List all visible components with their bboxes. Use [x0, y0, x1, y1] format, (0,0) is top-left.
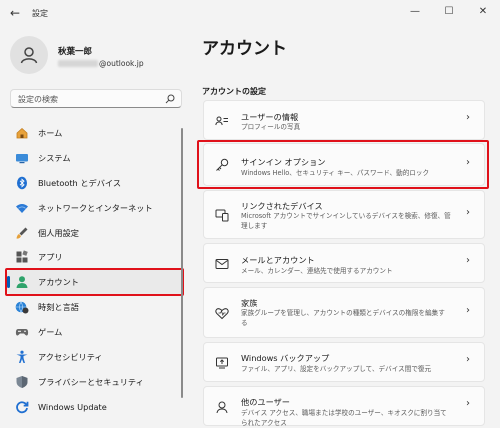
card-subtitle: デバイス アクセス、職場または学校のユーザー、キオスクに割り当てられたアクセス: [241, 409, 447, 427]
search-input[interactable]: 設定の検索: [10, 89, 182, 108]
chevron-right-icon: ›: [466, 207, 470, 218]
sidebar-item-windows-update[interactable]: Windows Update: [7, 395, 183, 419]
apps-icon: [14, 249, 30, 265]
card-subtitle: Windows Hello、セキュリティ キー、パスワード、動的ロック: [241, 169, 430, 177]
minimize-button[interactable]: —: [398, 0, 432, 22]
card-title: Windows バックアップ: [241, 353, 330, 363]
globe-clock-icon: [14, 299, 30, 315]
card-title: メールとアカウント: [241, 255, 315, 265]
card-title: サインイン オプション: [241, 157, 326, 167]
sidebar-nav: ホーム システム Bluetooth とデバイス ネットワークとインターネット …: [7, 121, 187, 420]
user-info-icon: [215, 114, 229, 128]
card-email-accounts[interactable]: メールとアカウント メール、カレンダー、連絡先で使用するアカウント ›: [203, 243, 485, 283]
sidebar-item-label: アクセシビリティ: [38, 352, 103, 363]
profile-name: 秋葉一郎: [58, 47, 93, 57]
card-title: 他のユーザー: [241, 397, 290, 407]
monitor-icon: [14, 150, 30, 166]
search-icon: [165, 94, 175, 104]
card-subtitle: ファイル、アプリ、設定をバックアップして、デバイス間で復元: [241, 365, 432, 373]
accessibility-icon: [14, 349, 30, 365]
sidebar-item-bluetooth[interactable]: Bluetooth とデバイス: [7, 171, 183, 195]
sidebar-item-label: システム: [38, 152, 71, 163]
window-controls: — ☐ ✕: [398, 0, 500, 22]
section-title: アカウントの設定: [202, 87, 266, 96]
chevron-right-icon: ›: [466, 305, 470, 316]
title-bar: ← 設定 — ☐ ✕: [0, 0, 500, 28]
sidebar-item-label: アカウント: [38, 277, 79, 288]
sidebar-item-label: 個人用設定: [38, 227, 79, 238]
mail-icon: [215, 257, 229, 271]
card-linked-devices[interactable]: リンクされたデバイス Microsoft アカウントでサインインしているデバイス…: [203, 190, 485, 239]
sidebar-item-network[interactable]: ネットワークとインターネット: [7, 196, 183, 220]
sidebar-item-label: Windows Update: [38, 401, 107, 412]
sidebar-item-label: 時刻と言語: [38, 302, 79, 313]
person-icon: [14, 274, 30, 290]
user-profile: 秋葉一郎 @outlook.jp: [10, 36, 180, 76]
card-windows-backup[interactable]: Windows バックアップ ファイル、アプリ、設定をバックアップして、デバイス…: [203, 342, 485, 382]
close-button[interactable]: ✕: [466, 0, 500, 22]
linked-devices-icon: [215, 208, 229, 222]
page-title: アカウント: [202, 39, 287, 59]
chevron-right-icon: ›: [466, 112, 470, 123]
card-subtitle: Microsoft アカウントでサインインしているデバイスを検索、修復、管理しま…: [241, 212, 451, 230]
maximize-button[interactable]: ☐: [432, 0, 466, 22]
avatar: [10, 36, 48, 74]
sidebar-item-accessibility[interactable]: アクセシビリティ: [7, 345, 183, 369]
sidebar-item-privacy[interactable]: プライバシーとセキュリティ: [7, 370, 183, 394]
app-title: 設定: [32, 9, 48, 18]
sidebar-item-label: ネットワークとインターネット: [38, 202, 153, 213]
card-your-info[interactable]: ユーザーの情報 プロフィールの写真 ›: [203, 100, 485, 140]
chevron-right-icon: ›: [466, 157, 470, 168]
sidebar-item-label: アプリ: [38, 252, 63, 263]
sidebar-item-system[interactable]: システム: [7, 146, 183, 170]
person-avatar-icon: [20, 47, 38, 64]
sidebar-item-personalization[interactable]: 個人用設定: [7, 221, 183, 245]
email-redaction: [58, 60, 98, 67]
bluetooth-icon: [14, 175, 30, 191]
chevron-right-icon: ›: [466, 255, 470, 266]
card-family[interactable]: 家族 家族グループを管理し、アカウントの種類とデバイスの権限を編集する ›: [203, 287, 485, 338]
card-subtitle: メール、カレンダー、連絡先で使用するアカウント: [241, 267, 393, 275]
card-sign-in-options[interactable]: サインイン オプション Windows Hello、セキュリティ キー、パスワー…: [203, 143, 485, 186]
update-icon: [14, 399, 30, 415]
key-icon: [215, 158, 229, 172]
sidebar-item-apps[interactable]: アプリ: [7, 245, 183, 269]
shield-icon: [14, 374, 30, 390]
backup-icon: [215, 356, 229, 370]
card-subtitle: 家族グループを管理し、アカウントの種類とデバイスの権限を編集する: [241, 309, 445, 327]
sidebar-item-label: ゲーム: [38, 327, 63, 338]
sidebar-item-accounts[interactable]: アカウント: [7, 270, 183, 295]
sidebar-item-label: Bluetooth とデバイス: [38, 177, 122, 188]
sidebar-item-home[interactable]: ホーム: [7, 121, 183, 145]
sidebar-item-time-language[interactable]: 時刻と言語: [7, 295, 183, 319]
wifi-icon: [14, 200, 30, 216]
sidebar-item-gaming[interactable]: ゲーム: [7, 320, 183, 344]
card-other-users[interactable]: 他のユーザー デバイス アクセス、職場または学校のユーザー、キオスクに割り当てら…: [203, 386, 485, 427]
chevron-right-icon: ›: [466, 354, 470, 365]
card-subtitle: プロフィールの写真: [241, 123, 301, 131]
profile-email: @outlook.jp: [58, 59, 144, 68]
email-suffix: @outlook.jp: [99, 59, 144, 68]
other-users-icon: [215, 400, 229, 414]
gamepad-icon: [14, 324, 30, 340]
chevron-right-icon: ›: [466, 398, 470, 409]
paintbrush-icon: [14, 225, 30, 241]
sidebar-item-label: ホーム: [38, 128, 63, 138]
back-button[interactable]: ←: [8, 6, 22, 20]
sidebar-item-label: プライバシーとセキュリティ: [38, 376, 144, 387]
sidebar-scrollbar[interactable]: [181, 128, 183, 398]
home-icon: [14, 125, 30, 141]
search-placeholder: 設定の検索: [18, 95, 58, 104]
family-heart-icon: [215, 306, 229, 320]
